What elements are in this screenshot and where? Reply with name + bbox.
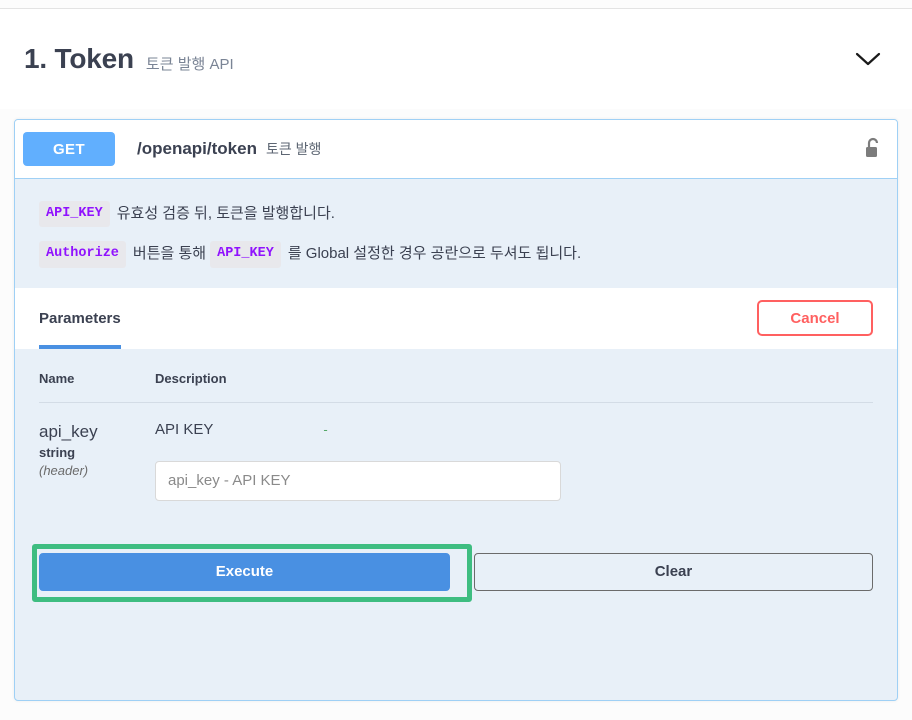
parameters-section: Name Description api_key string (header) <box>15 348 897 617</box>
authorize-code-badge: Authorize <box>39 241 126 268</box>
page-title: 1. Token <box>24 43 134 74</box>
operation-path: /openapi/token <box>137 139 257 158</box>
table-header-row: Name Description <box>39 348 873 403</box>
operation-summary-row[interactable]: GET /openapi/token 토큰 발행 <box>15 120 897 179</box>
description-line-2: Authorize 버튼을 통해 API_KEY 를 Global 설정한 경우… <box>39 241 873 268</box>
api-key-code-badge: API_KEY <box>39 201 110 228</box>
tab-parameters-label: Parameters <box>39 309 121 327</box>
column-header-description: Description <box>155 348 873 403</box>
description-line-1: API_KEY 유효성 검증 뒤, 토큰을 발행합니다. <box>39 201 873 228</box>
parameter-description-row: API KEY - <box>155 421 873 438</box>
tag-header[interactable]: 1. Token 토큰 발행 API <box>0 9 912 109</box>
swagger-ui-page: 1. Token 토큰 발행 API GET /openapi/token 토큰… <box>0 0 912 720</box>
description-text-2a: 버튼을 통해 <box>132 245 207 263</box>
parameter-name-cell: api_key string (header) <box>39 402 155 501</box>
operation-block-get-token: GET /openapi/token 토큰 발행 API_KEY 유효성 검증 … <box>14 119 898 701</box>
parameter-marker: - <box>323 421 328 437</box>
parameter-type: string <box>39 444 76 460</box>
execute-clear-row: Execute Clear <box>32 543 873 617</box>
http-method-badge[interactable]: GET <box>23 132 115 166</box>
clear-button[interactable]: Clear <box>473 552 873 591</box>
table-row: api_key string (header) API KEY - <box>39 402 873 501</box>
parameter-location: (header) <box>39 462 89 478</box>
parameter-description: API KEY <box>155 420 214 438</box>
api-key-input[interactable] <box>155 460 561 501</box>
execute-button[interactable]: Execute <box>39 552 450 591</box>
description-text-2b: 를 Global 설정한 경우 공란으로 두셔도 됩니다. <box>287 245 582 263</box>
parameters-table: Name Description api_key string (header) <box>39 348 873 501</box>
parameter-name: api_key <box>39 421 98 441</box>
operation-tabs-row: Parameters Cancel <box>15 287 897 349</box>
cancel-button[interactable]: Cancel <box>757 300 873 336</box>
parameter-description-cell: API KEY - <box>155 402 873 501</box>
operation-description: API_KEY 유효성 검증 뒤, 토큰을 발행합니다. Authorize 버… <box>15 179 897 288</box>
column-header-name: Name <box>39 348 155 403</box>
unlocked-padlock-icon[interactable] <box>863 136 883 162</box>
operation-summary-text: 토큰 발행 <box>265 141 322 157</box>
chevron-down-icon[interactable] <box>848 39 888 79</box>
tab-parameters[interactable]: Parameters <box>39 288 121 349</box>
api-key-code-badge-2: API_KEY <box>210 241 281 268</box>
tag-description: 토큰 발행 API <box>145 55 234 73</box>
description-text-1: 유효성 검증 뒤, 토큰을 발행합니다. <box>116 204 335 222</box>
